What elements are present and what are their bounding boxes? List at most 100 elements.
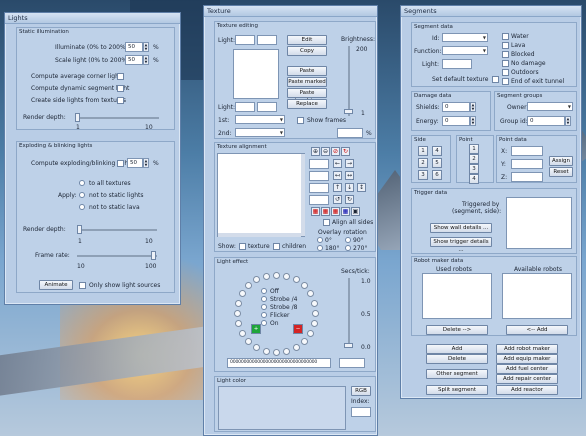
shift-left-icon[interactable]: ← — [333, 159, 342, 168]
water-checkbox[interactable] — [502, 33, 509, 40]
delete-robot-button[interactable]: Delete --> — [426, 325, 488, 335]
rot90-radio[interactable] — [345, 237, 351, 243]
ring-dot[interactable] — [301, 282, 308, 289]
scale-light-input[interactable]: 50 — [125, 55, 143, 65]
align-a-icon[interactable]: ▦ — [311, 207, 320, 216]
ring-dot[interactable] — [283, 348, 290, 355]
add-robot-maker-button[interactable]: Add robot maker — [496, 344, 558, 354]
light2-field-a[interactable] — [235, 102, 255, 112]
brightness-slider[interactable] — [344, 109, 353, 114]
stretch-v-icon[interactable]: ↕ — [357, 183, 366, 192]
owner-select[interactable] — [527, 102, 573, 111]
effect-value-field[interactable] — [339, 358, 365, 368]
show-frames-checkbox[interactable] — [297, 117, 304, 124]
not-static-radio[interactable] — [79, 192, 85, 198]
align-field-3[interactable] — [309, 183, 329, 193]
align-b-icon[interactable]: ▦ — [321, 207, 330, 216]
energy-spinner[interactable]: ▲ ▼ — [470, 116, 476, 126]
ring-dot[interactable] — [273, 272, 280, 279]
rot0-radio[interactable] — [317, 237, 323, 243]
animate-button[interactable]: Animate — [39, 280, 73, 290]
shrink-h-icon[interactable]: ↤ — [333, 171, 342, 180]
ring-dot[interactable] — [239, 330, 246, 337]
ring-dot[interactable] — [293, 344, 300, 351]
effect-strobe4-radio[interactable] — [261, 296, 267, 302]
ring-dot[interactable] — [253, 276, 260, 283]
show-trigger-button[interactable]: Show trigger details ... — [430, 237, 492, 253]
alignment-scroll-v[interactable] — [301, 154, 305, 236]
show-wall-button[interactable]: Show wall details ... — [430, 223, 492, 233]
rot270-radio[interactable] — [345, 245, 351, 251]
add-repair-center-button[interactable]: Add repair center — [496, 374, 558, 384]
add-fuel-center-button[interactable]: Add fuel center — [496, 364, 558, 374]
add-robot-button[interactable]: <-- Add — [506, 325, 568, 335]
shift-up-icon[interactable]: ↑ — [333, 183, 342, 192]
outdoors-checkbox[interactable] — [502, 69, 509, 76]
scale-light-spinner[interactable]: ▲ ▼ — [143, 55, 149, 65]
x-field[interactable] — [511, 146, 543, 156]
ring-dot[interactable] — [245, 338, 252, 345]
only-show-checkbox[interactable] — [79, 282, 86, 289]
render-depth-slider[interactable] — [75, 113, 80, 122]
zoom-out-icon[interactable]: ⊖ — [321, 147, 330, 156]
paste-button[interactable]: Paste — [287, 66, 327, 76]
set-default-checkbox[interactable] — [492, 76, 499, 83]
index-field[interactable] — [351, 407, 371, 417]
ring-dot[interactable] — [263, 273, 270, 280]
point-3-button[interactable]: 3 — [469, 164, 479, 174]
shields-spinner[interactable]: ▲ ▼ — [470, 102, 476, 112]
edit-button[interactable]: Edit — [287, 35, 327, 45]
compute-blink-checkbox[interactable] — [117, 160, 124, 167]
paste-marked-button[interactable]: Paste marked — [287, 77, 327, 87]
alignment-scroll-h[interactable] — [218, 233, 301, 237]
other-segment-button[interactable]: Other segment — [426, 369, 488, 379]
shift-right-icon[interactable]: → — [345, 159, 354, 168]
assign-button[interactable]: Assign — [549, 156, 573, 166]
side-4-button[interactable]: 4 — [432, 146, 442, 156]
add-equip-maker-button[interactable]: Add equip maker — [496, 354, 558, 364]
effect-bitmask-field[interactable]: 00000000000000000000000000000000 — [227, 358, 331, 368]
light1-field-b[interactable] — [257, 35, 277, 45]
replace-button[interactable]: Replace — [287, 99, 327, 109]
segment-id-select[interactable] — [442, 33, 488, 42]
ring-dot[interactable] — [283, 273, 290, 280]
plus-icon[interactable]: + — [251, 324, 261, 334]
point-1-button[interactable]: 1 — [469, 144, 479, 154]
ring-dot[interactable] — [253, 344, 260, 351]
side-6-button[interactable]: 6 — [432, 170, 442, 180]
point-4-button[interactable]: 4 — [469, 174, 479, 184]
compute-avg-checkbox[interactable] — [117, 73, 124, 80]
side-3-button[interactable]: 3 — [418, 170, 428, 180]
effect-off-radio[interactable] — [261, 288, 267, 294]
rotate-right-icon[interactable]: ↻ — [345, 195, 354, 204]
create-side-checkbox[interactable] — [117, 97, 124, 104]
blink-spinner[interactable]: ▲ ▼ — [143, 158, 149, 168]
effect-flicker-radio[interactable] — [261, 312, 267, 318]
rotate-left-icon[interactable]: ↺ — [333, 195, 342, 204]
effect-on-radio[interactable] — [261, 320, 267, 326]
align-c-icon[interactable]: ▦ — [331, 207, 340, 216]
rot180-radio[interactable] — [317, 245, 323, 251]
show-children-checkbox[interactable] — [273, 243, 280, 250]
align-d-icon[interactable]: ▦ — [341, 207, 350, 216]
side-1-button[interactable]: 1 — [418, 146, 428, 156]
group-id-spinner[interactable]: ▲ ▼ — [565, 116, 571, 126]
no-damage-checkbox[interactable] — [502, 60, 509, 67]
compute-dyn-checkbox[interactable] — [117, 85, 124, 92]
illuminate-spinner[interactable]: ▲ ▼ — [143, 42, 149, 52]
show-texture-checkbox[interactable] — [239, 243, 246, 250]
frame-rate-slider[interactable] — [151, 251, 156, 260]
ring-dot[interactable] — [263, 348, 270, 355]
ring-dot[interactable] — [234, 310, 241, 317]
align-field-1[interactable] — [309, 159, 329, 169]
stretch-h-icon[interactable]: ↔ — [345, 171, 354, 180]
to-all-radio[interactable] — [79, 180, 85, 186]
available-robots-list[interactable] — [502, 273, 572, 319]
ring-dot[interactable] — [311, 320, 318, 327]
light-color-swatch[interactable] — [218, 386, 346, 430]
effect-strobe8-radio[interactable] — [261, 304, 267, 310]
first-texture-select[interactable] — [235, 115, 285, 124]
lava-checkbox[interactable] — [502, 42, 509, 49]
copy-button[interactable]: Copy — [287, 46, 327, 56]
not-lava-radio[interactable] — [79, 204, 85, 210]
